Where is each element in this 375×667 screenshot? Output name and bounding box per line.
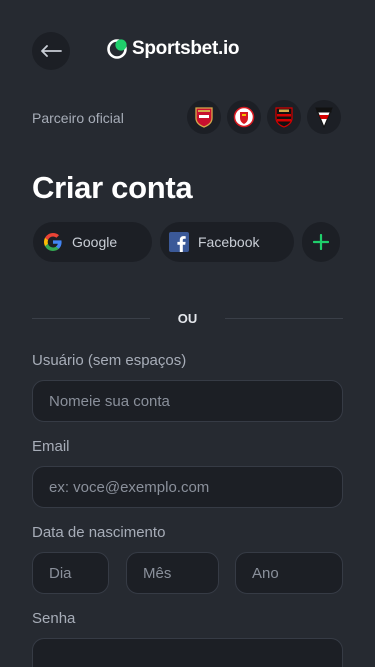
birthdate-month-input[interactable] <box>126 552 219 594</box>
sportsbet-logo[interactable]: Sportsbet.io <box>106 38 240 60</box>
facebook-icon <box>169 232 189 252</box>
partner-crests <box>187 100 341 134</box>
facebook-label: Facebook <box>198 234 260 250</box>
google-icon <box>44 233 62 251</box>
back-button[interactable] <box>32 32 70 70</box>
flamengo-crest-icon <box>267 100 301 134</box>
divider-line-right <box>225 318 343 319</box>
birthdate-label: Data de nascimento <box>32 524 166 541</box>
more-login-options-button[interactable] <box>302 222 340 262</box>
username-input[interactable] <box>32 380 343 422</box>
password-label: Senha <box>32 610 76 627</box>
google-label: Google <box>72 234 118 250</box>
page-title: Criar conta <box>32 170 193 205</box>
username-label: Usuário (sem espaços) <box>32 352 187 369</box>
birthdate-day-input[interactable] <box>32 552 109 594</box>
plus-icon <box>313 234 329 250</box>
logo-text: Sportsbet.io <box>132 38 240 59</box>
email-input[interactable] <box>32 466 343 508</box>
google-login-button[interactable]: Google <box>33 222 152 262</box>
password-input[interactable] <box>32 638 343 667</box>
logo-mark-icon <box>107 39 127 59</box>
signup-page: Sportsbet.io Parceiro oficial Criar cont… <box>0 0 375 667</box>
email-label: Email <box>32 438 70 455</box>
partner-label: Parceiro oficial <box>32 110 124 126</box>
southampton-crest-icon <box>227 100 261 134</box>
birthdate-year-input[interactable] <box>235 552 343 594</box>
sao-paulo-crest-icon <box>307 100 341 134</box>
facebook-login-button[interactable]: Facebook <box>160 222 294 262</box>
arsenal-crest-icon <box>187 100 221 134</box>
arrow-left-icon <box>41 45 62 57</box>
